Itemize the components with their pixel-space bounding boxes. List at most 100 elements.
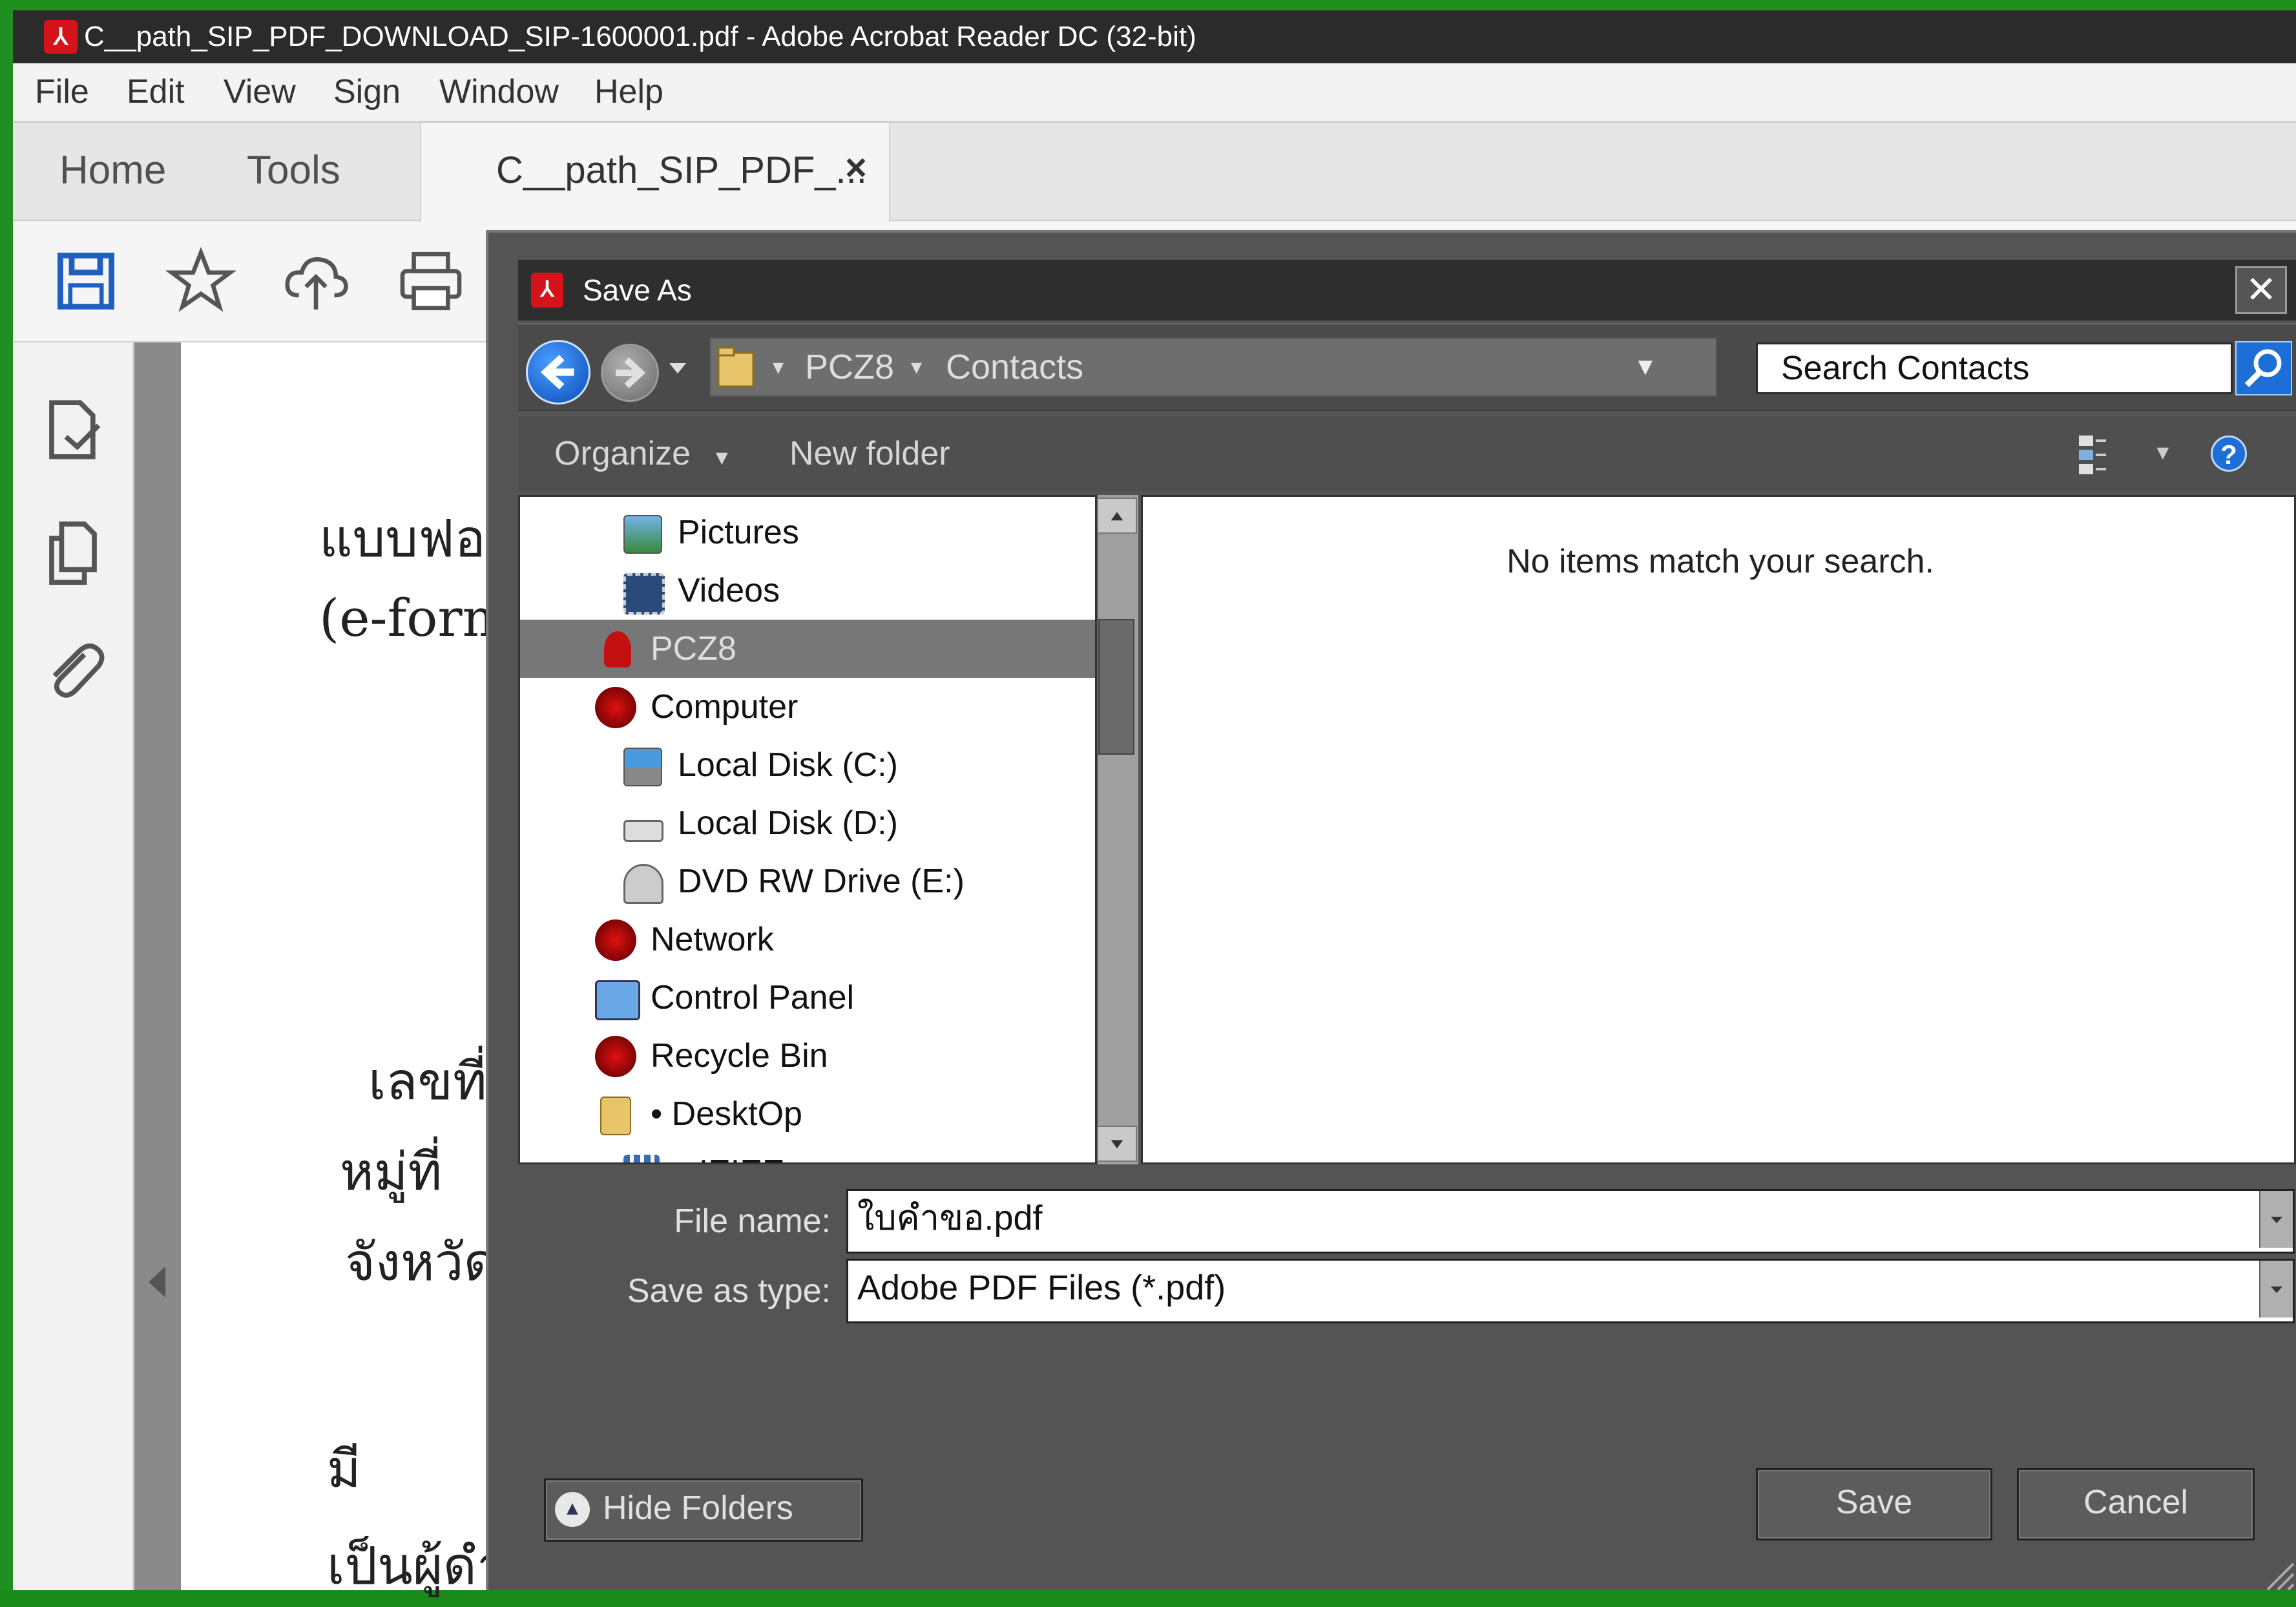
folder-icon bbox=[600, 1097, 631, 1135]
triangle-down-icon bbox=[2271, 1217, 2282, 1223]
address-dropdown-icon[interactable]: ▼ bbox=[1633, 339, 1658, 395]
recycle-bin-icon bbox=[595, 1036, 636, 1077]
file-name-label: File name: bbox=[674, 1203, 831, 1240]
resize-grip-icon[interactable] bbox=[2255, 1551, 2296, 1590]
menu-view[interactable]: View bbox=[224, 72, 296, 111]
user-icon bbox=[604, 631, 631, 667]
new-folder-button[interactable]: New folder bbox=[789, 434, 950, 473]
dialog-title: Save As bbox=[583, 273, 692, 307]
scroll-down-button[interactable] bbox=[1097, 1126, 1137, 1162]
pdf-page: แบบฟอ (e-form เลขที่ หมู่ที่ จังหวัด มี … bbox=[181, 342, 511, 1596]
command-bar: Organize ▼ New folder ▼ ? bbox=[518, 416, 2296, 491]
pictures-icon bbox=[623, 515, 662, 554]
left-tools-rail bbox=[13, 342, 134, 1590]
dialog-close-button[interactable]: ✕ bbox=[2235, 266, 2287, 314]
tree-item-label: Videos bbox=[678, 572, 780, 609]
back-button[interactable] bbox=[526, 340, 590, 404]
view-options-icon[interactable] bbox=[2075, 433, 2109, 477]
dialog-title-bar: ⅄ Save As bbox=[518, 260, 2296, 320]
tree-item-label: • IEIEE bbox=[678, 1143, 785, 1162]
document-text-line: หมู่ที่ bbox=[340, 1142, 443, 1202]
tree-item-videos[interactable]: Videos bbox=[520, 562, 1095, 620]
file-list-pane[interactable]: No items match your search. bbox=[1141, 495, 2296, 1164]
folder-icon bbox=[717, 346, 755, 388]
document-text-line: มี bbox=[327, 1439, 361, 1499]
control-panel-icon bbox=[595, 980, 640, 1020]
tree-item-label: DVD RW Drive (E:) bbox=[678, 863, 965, 900]
tree-item-pcz8[interactable]: PCZ8 bbox=[520, 620, 1095, 678]
tree-item-label: Computer bbox=[651, 688, 798, 726]
tree-item-local-disk-d[interactable]: Local Disk (D:) bbox=[520, 794, 1095, 852]
organize-button[interactable]: Organize ▼ bbox=[554, 434, 732, 473]
chevron-up-icon: ▲ bbox=[555, 1492, 590, 1527]
menu-bar: File Edit View Sign Window Help bbox=[13, 63, 2296, 123]
document-text-line: เป็นผู้ดำ bbox=[327, 1536, 506, 1596]
arrow-right-icon bbox=[616, 357, 646, 388]
tree-item-control-panel[interactable]: Control Panel bbox=[520, 969, 1095, 1027]
tab-document[interactable]: C__path_SIP_PDF_... × bbox=[420, 123, 890, 222]
tree-item-label: Local Disk (D:) bbox=[678, 804, 898, 842]
breadcrumb-contacts[interactable]: Contacts bbox=[946, 339, 1083, 395]
tree-item-network[interactable]: Network bbox=[520, 910, 1095, 969]
print-icon[interactable] bbox=[395, 246, 466, 317]
recent-locations-icon[interactable] bbox=[669, 363, 686, 376]
menu-window[interactable]: Window bbox=[439, 72, 559, 111]
view-dropdown-icon[interactable]: ▼ bbox=[2153, 441, 2173, 465]
export-pdf-icon[interactable] bbox=[37, 394, 109, 465]
copy-pages-icon[interactable] bbox=[37, 517, 109, 588]
hide-folders-label: Hide Folders bbox=[603, 1489, 793, 1527]
document-text-line: แบบฟอ bbox=[319, 509, 486, 569]
search-input[interactable]: Search Contacts bbox=[1756, 342, 2233, 394]
save-icon[interactable] bbox=[50, 246, 121, 317]
save-as-type-select[interactable]: Adobe PDF Files (*.pdf) bbox=[846, 1259, 2295, 1323]
window-title: C__path_SIP_PDF_DOWNLOAD_SIP-1600001.pdf… bbox=[84, 21, 1196, 52]
scroll-thumb[interactable] bbox=[1098, 619, 1134, 755]
menu-file[interactable]: File bbox=[35, 72, 89, 111]
tree-item-desktop[interactable]: • DesktOp bbox=[520, 1085, 1095, 1143]
document-text-line: จังหวัด bbox=[345, 1232, 497, 1292]
tab-bar: Home Tools bbox=[13, 123, 2296, 221]
acrobat-logo-icon: ⅄ bbox=[531, 273, 563, 308]
save-as-type-dropdown[interactable] bbox=[2259, 1261, 2293, 1318]
menu-sign[interactable]: Sign bbox=[333, 72, 401, 111]
tree-item-label: Network bbox=[651, 921, 774, 958]
tree-scrollbar[interactable] bbox=[1097, 495, 1138, 1164]
help-icon[interactable]: ? bbox=[2211, 436, 2247, 472]
menu-edit[interactable]: Edit bbox=[127, 72, 185, 111]
menu-help[interactable]: Help bbox=[594, 72, 663, 111]
address-field[interactable]: ▾ PCZ8 ▾ Contacts ▼ bbox=[709, 337, 1717, 397]
tab-home[interactable]: Home bbox=[59, 147, 166, 193]
breadcrumb-chevron-icon: ▾ bbox=[911, 355, 923, 379]
document-tab-label: C__path_SIP_PDF_... bbox=[496, 149, 867, 191]
star-icon[interactable] bbox=[165, 246, 236, 317]
window-title-bar: ⅄ C__path_SIP_PDF_DOWNLOAD_SIP-1600001.p… bbox=[13, 10, 2296, 63]
organize-label: Organize bbox=[554, 435, 691, 472]
hide-folders-button[interactable]: ▲ Hide Folders bbox=[544, 1478, 863, 1542]
tree-item-recycle-bin[interactable]: Recycle Bin bbox=[520, 1027, 1095, 1085]
tree-item-local-disk-c[interactable]: Local Disk (C:) bbox=[520, 736, 1095, 794]
save-button[interactable]: Save bbox=[1756, 1468, 1992, 1540]
search-button[interactable] bbox=[2235, 341, 2292, 395]
scroll-up-button[interactable] bbox=[1097, 498, 1137, 534]
save-as-type-label: Save as type: bbox=[627, 1272, 831, 1310]
tree-item-ieiee[interactable]: • IEIEE bbox=[520, 1143, 1095, 1162]
cancel-button[interactable]: Cancel bbox=[2017, 1468, 2255, 1540]
attachment-icon[interactable] bbox=[37, 633, 109, 704]
chevron-down-icon: ▼ bbox=[711, 446, 733, 469]
file-name-input[interactable]: ใบคำขอ.pdf bbox=[846, 1189, 2295, 1254]
collapse-panel-icon[interactable] bbox=[149, 1266, 165, 1297]
tree-item-dvd-drive[interactable]: DVD RW Drive (E:) bbox=[520, 852, 1095, 910]
tab-tools[interactable]: Tools bbox=[247, 147, 340, 193]
cloud-upload-icon[interactable] bbox=[280, 246, 351, 317]
acrobat-logo-icon: ⅄ bbox=[44, 20, 78, 54]
file-name-dropdown[interactable] bbox=[2259, 1191, 2293, 1248]
tree-item-computer[interactable]: Computer bbox=[520, 678, 1095, 736]
computer-icon bbox=[595, 687, 636, 728]
tree-item-label: • DesktOp bbox=[651, 1095, 802, 1133]
tree-item-pictures[interactable]: Pictures bbox=[520, 503, 1095, 562]
breadcrumb-pcz8[interactable]: PCZ8 bbox=[805, 339, 894, 395]
tree-item-label: Recycle Bin bbox=[651, 1037, 828, 1075]
close-tab-icon[interactable]: × bbox=[845, 146, 867, 189]
videos-icon bbox=[623, 573, 665, 614]
forward-button[interactable] bbox=[601, 344, 659, 402]
